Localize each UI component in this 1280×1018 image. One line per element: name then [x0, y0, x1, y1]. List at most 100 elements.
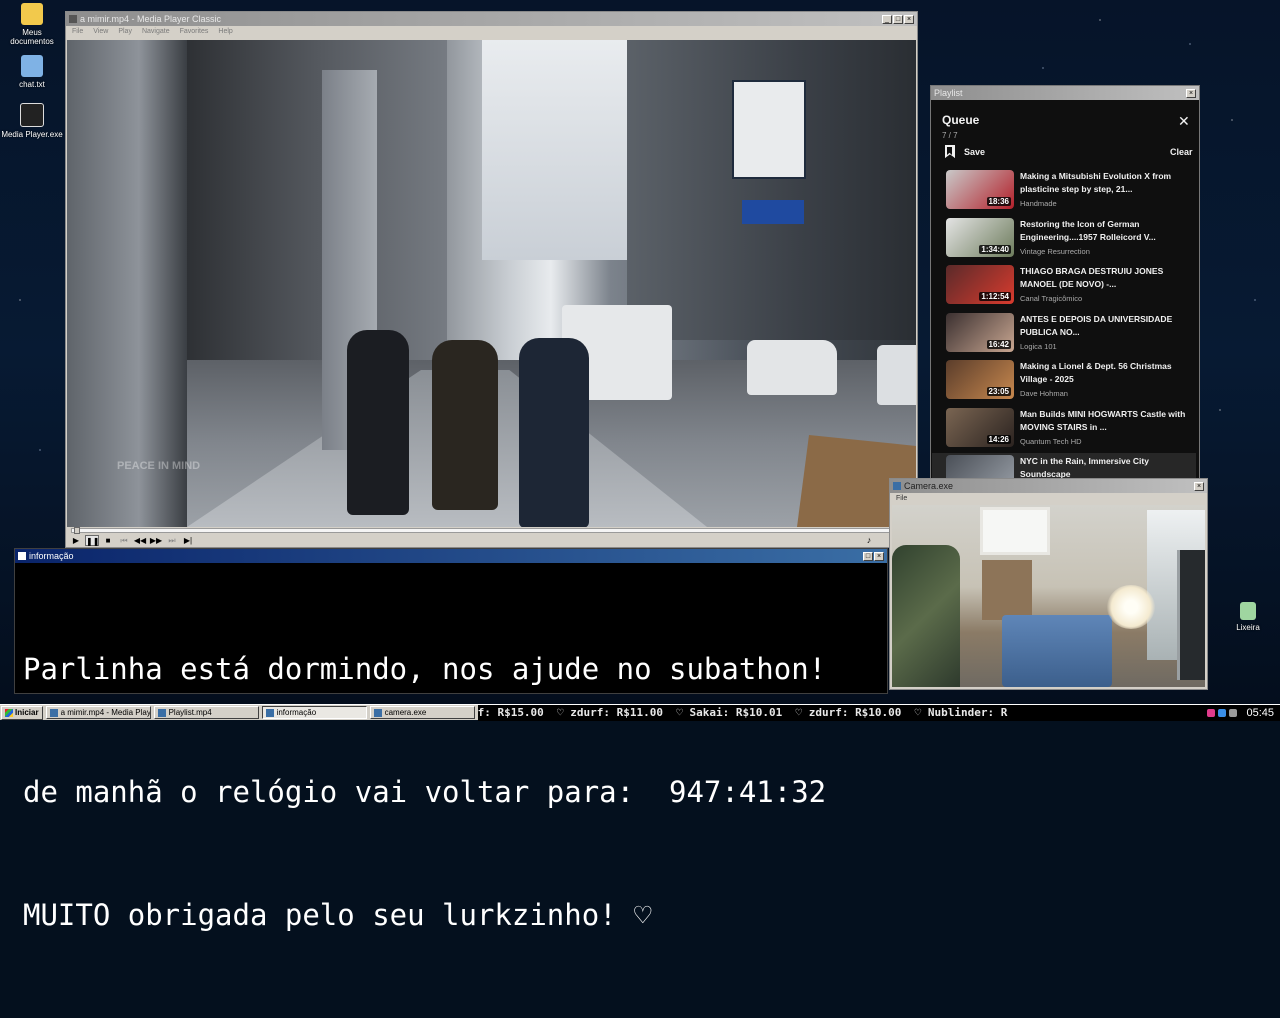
- video-thumbnail: 1:12:54: [946, 265, 1014, 304]
- menu-favorites[interactable]: Favorites: [180, 28, 209, 35]
- minimize-button[interactable]: □: [863, 551, 873, 561]
- queue-count: 7 / 7: [942, 131, 958, 140]
- task-label: Playlist.mp4: [168, 708, 212, 717]
- playlist-titlebar[interactable]: Playlist ×: [931, 86, 1199, 100]
- queue-panel: Queue 7 / 7 ✕ Save Clear 18:36 Making a …: [932, 100, 1198, 478]
- minimize-button[interactable]: _: [882, 14, 892, 24]
- menu-help[interactable]: Help: [218, 28, 232, 35]
- frame-step-button[interactable]: ▶|: [181, 535, 195, 546]
- queue-item[interactable]: 14:26 Man Builds MINI HOGWARTS Castle wi…: [946, 406, 1196, 454]
- bookmark-icon[interactable]: [945, 145, 955, 158]
- video-pedestrian: [347, 330, 409, 515]
- save-button[interactable]: Save: [964, 147, 985, 157]
- channel-name: Dave Hohman: [1020, 389, 1068, 398]
- close-icon[interactable]: ✕: [1178, 114, 1190, 128]
- taskbar: Iniciar a mimir.mp4 - Media Playe... Pla…: [0, 704, 1280, 721]
- window-icon: [265, 708, 274, 717]
- task-camera[interactable]: camera.exe: [369, 706, 475, 719]
- video-pedestrian: [432, 340, 498, 510]
- previous-button[interactable]: ⏮: [117, 535, 131, 546]
- desktop-icon-label: Meus documentos: [10, 28, 54, 46]
- channel-name: Vintage Resurrection: [1020, 246, 1090, 256]
- menu-bar: File: [890, 493, 1207, 504]
- video-thumbnail: 1:34:40: [946, 217, 1014, 257]
- video-sky: [482, 40, 642, 260]
- seek-thumb[interactable]: [74, 527, 80, 534]
- tray-icon[interactable]: [1229, 708, 1238, 717]
- clear-button[interactable]: Clear: [1170, 147, 1193, 157]
- menu-file[interactable]: File: [896, 495, 907, 502]
- pause-button[interactable]: ❚❚: [85, 535, 99, 546]
- queue-item[interactable]: 1:12:54 THIAGO BRAGA DESTRUIU JONES MANO…: [946, 263, 1196, 311]
- desktop-icon-recycle-bin[interactable]: Lixeira: [1216, 602, 1280, 632]
- queue-item[interactable]: 23:05 Making a Lionel & Dept. 56 Christm…: [946, 358, 1196, 406]
- folder-icon: [21, 3, 43, 25]
- donation-ticker: f: R$15.00 ♡ zdurf: R$11.00 ♡ Sakai: R$1…: [477, 704, 1180, 721]
- desktop-icon-chat[interactable]: chat.txt: [0, 55, 64, 89]
- channel-name: Handmade: [1020, 199, 1057, 208]
- close-button[interactable]: ×: [1186, 88, 1196, 98]
- tray-icon[interactable]: [1207, 708, 1216, 717]
- clock: 05:45: [1246, 706, 1274, 719]
- camera-titlebar[interactable]: Camera.exe ×: [890, 479, 1207, 493]
- maximize-button[interactable]: □: [893, 14, 903, 24]
- queue-item[interactable]: 16:42 ANTES E DEPOIS DA UNIVERSIDADE PUB…: [946, 311, 1196, 359]
- channel-name: Logica 101: [1020, 341, 1057, 351]
- info-line: de manhã o relógio vai voltar para: 947:…: [23, 775, 827, 809]
- video-pillar: [67, 40, 187, 527]
- film-icon: [49, 708, 58, 717]
- recycle-bin-icon: [1240, 602, 1256, 620]
- media-player-titlebar[interactable]: a mimir.mp4 - Media Player Classic _ □ ×: [66, 12, 917, 26]
- rewind-button[interactable]: ◀◀: [133, 535, 147, 546]
- window-icon: [18, 552, 26, 560]
- queue-list: 18:36 Making a Mitsubishi Evolution X fr…: [932, 168, 1196, 478]
- info-line: Parlinha está dormindo, nos ajude no sub…: [23, 652, 827, 686]
- info-titlebar[interactable]: informação □ ×: [15, 549, 887, 563]
- video-title: Man Builds MINI HOGWARTS Castle with MOV…: [1020, 408, 1186, 432]
- video-frame[interactable]: PEACE IN MIND: [67, 40, 916, 527]
- tray-icon[interactable]: [1218, 708, 1227, 717]
- menu-play[interactable]: Play: [118, 28, 132, 35]
- start-button[interactable]: Iniciar: [1, 705, 43, 720]
- seek-bar[interactable]: [71, 527, 911, 534]
- stop-button[interactable]: ■: [101, 535, 115, 546]
- start-label: Iniciar: [15, 708, 39, 717]
- task-playlist[interactable]: Playlist.mp4: [153, 706, 259, 719]
- next-button[interactable]: ⏭: [165, 535, 179, 546]
- duration-badge: 1:12:54: [979, 292, 1011, 301]
- camera-table: [1002, 615, 1112, 687]
- close-button[interactable]: ×: [1194, 481, 1204, 491]
- camera-feed: [892, 505, 1205, 687]
- playlist-icon: [157, 708, 166, 717]
- desktop-icon-label: Lixeira: [1236, 623, 1260, 632]
- video-title: NYC in the Rain, Immersive City Soundsca…: [1020, 456, 1149, 478]
- menu-navigate[interactable]: Navigate: [142, 28, 170, 35]
- media-player-window[interactable]: a mimir.mp4 - Media Player Classic _ □ ×…: [65, 11, 918, 548]
- menu-view[interactable]: View: [93, 28, 108, 35]
- info-message: Parlinha está dormindo, nos ajude no sub…: [23, 567, 883, 1018]
- close-button[interactable]: ×: [874, 551, 884, 561]
- queue-item[interactable]: 1:34:40 Restoring the Icon of German Eng…: [946, 216, 1196, 264]
- video-title: THIAGO BRAGA DESTRUIU JONES MANOEL (DE N…: [1020, 266, 1164, 289]
- queue-item[interactable]: 18:36 Making a Mitsubishi Evolution X fr…: [946, 168, 1196, 216]
- notepad-icon: [21, 55, 43, 77]
- video-thumbnail: 14:26: [946, 407, 1014, 447]
- video-thumbnail: [946, 455, 1014, 478]
- task-media-player[interactable]: a mimir.mp4 - Media Playe...: [45, 706, 151, 719]
- play-button[interactable]: ▶: [69, 535, 83, 546]
- menu-file[interactable]: File: [72, 28, 83, 35]
- forward-button[interactable]: ▶▶: [149, 535, 163, 546]
- camera-icon: [373, 708, 382, 717]
- playback-controls: ▶ ❚❚ ■ ⏮ ◀◀ ▶▶ ⏭ ▶|: [69, 534, 195, 547]
- close-button[interactable]: ×: [904, 14, 914, 24]
- info-window[interactable]: informação □ × Parlinha está dormindo, n…: [14, 548, 888, 932]
- film-icon: [69, 15, 77, 23]
- volume-icon[interactable]: ♪: [862, 535, 876, 546]
- queue-item-current[interactable]: NYC in the Rain, Immersive City Soundsca…: [932, 453, 1196, 478]
- desktop-icon-media-player[interactable]: Media Player.exe: [0, 103, 64, 139]
- task-info[interactable]: informação: [261, 706, 367, 719]
- desktop-icon-documents[interactable]: Meus documentos: [0, 3, 64, 46]
- playlist-window[interactable]: Playlist × Queue 7 / 7 ✕ Save Clear 18:3…: [930, 85, 1200, 480]
- camera-window[interactable]: Camera.exe × File: [889, 478, 1208, 690]
- camera-window-pane: [980, 507, 1050, 555]
